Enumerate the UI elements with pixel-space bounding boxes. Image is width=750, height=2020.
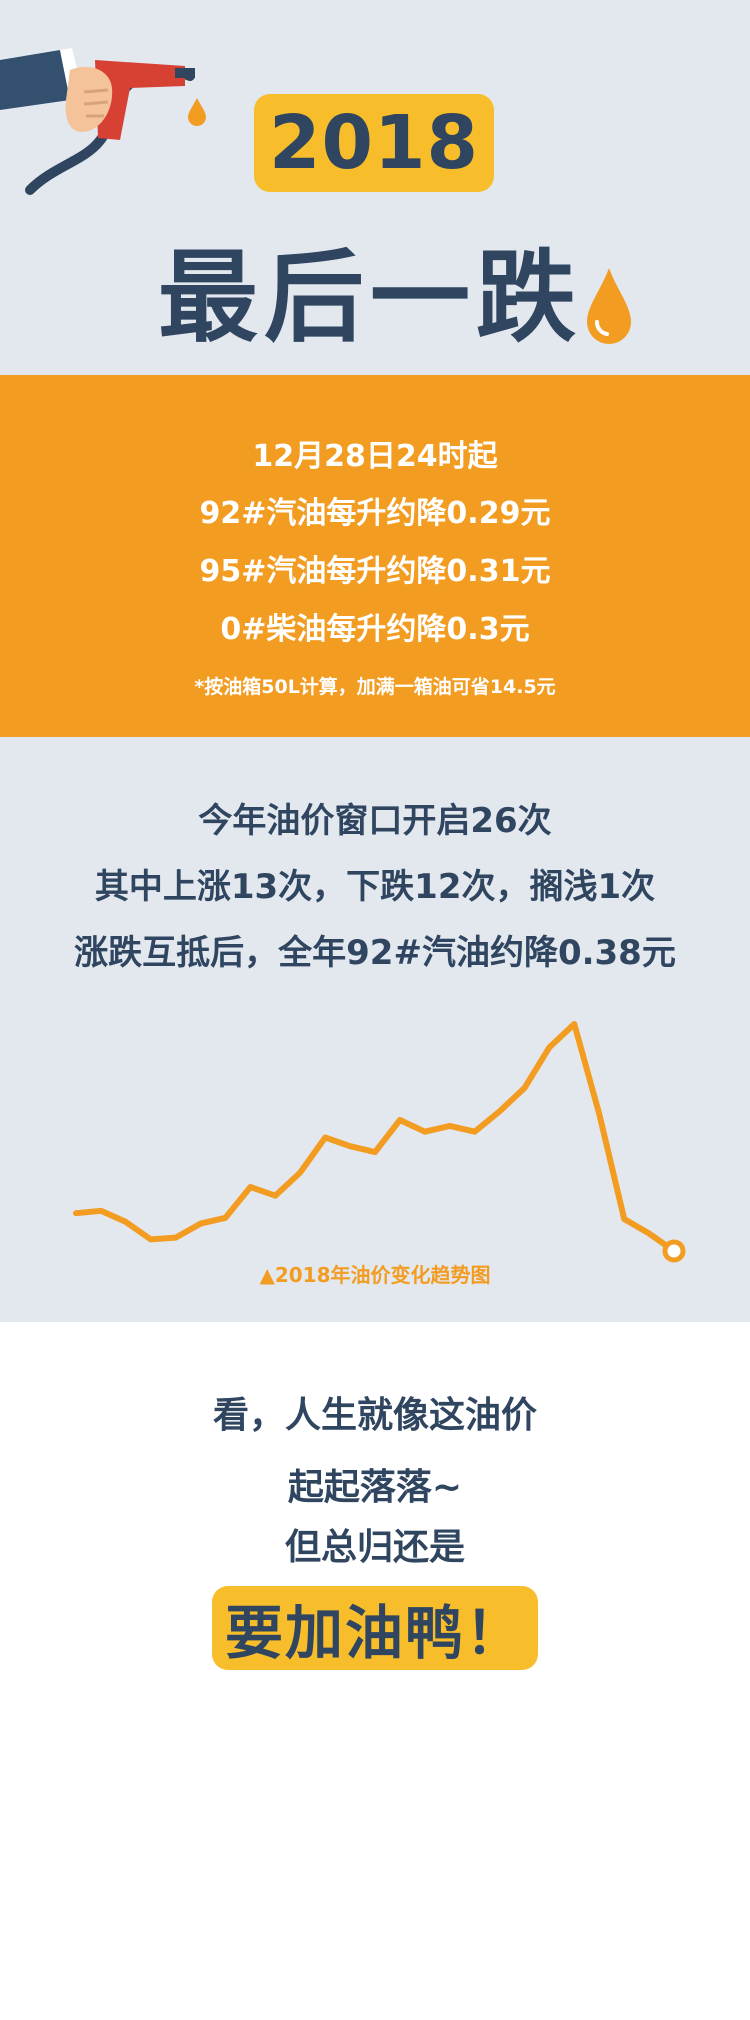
trend-point [200,1223,202,1225]
trend-point [125,1221,127,1223]
price-cut-line: 95#汽油每升约降0.31元 [199,554,551,589]
trend-point [573,1023,575,1025]
trend-end-marker [662,1239,686,1263]
price-cut-line: 92#汽油每升约降0.29元 [199,496,551,531]
footer-line: 但总归还是 [284,1527,465,1568]
fuel-drop-icon [587,268,631,344]
trend-point [474,1131,476,1133]
trend-point [499,1110,501,1112]
trend-point [349,1145,351,1147]
trend-point [150,1238,152,1240]
trend-line [73,1021,677,1254]
year-label: 2018 [269,100,479,186]
trend-point [623,1218,625,1220]
trend-point [75,1212,77,1214]
chart-title: ▲2018年油价变化趋势图 [259,1263,491,1287]
fuel-drop-icon [188,98,206,126]
fuel-nozzle-icon [0,48,195,195]
trend-point [324,1137,326,1138]
trend-point [524,1087,525,1089]
price-cut-panel: 12月28日24时起 92#汽油每升约降0.29元 95#汽油每升约降0.31元… [0,375,750,737]
trend-point [648,1233,650,1235]
trend-point [399,1119,401,1121]
trend-point [249,1186,251,1188]
trend-point [299,1171,301,1173]
cheer-badge: 要加油鸭！ [212,1586,538,1670]
trend-point [598,1113,600,1115]
effective-time: 12月28日24时起 [252,439,498,474]
page: 2018 最后一跌 12月28日24时起 92#汽油每升约降0.29元 95#汽… [0,0,750,2020]
trend-point [100,1210,102,1212]
footer-section: 看，人生就像这油价 起起落落~ 但总归还是 要加油鸭！ [0,1322,750,2020]
footer-line: 看，人生就像这油价 [212,1395,537,1436]
price-trend-chart [73,1021,686,1263]
trend-point [175,1237,177,1239]
trend-point [374,1151,376,1153]
page-title: 最后一跌 [158,239,582,356]
trend-point [424,1131,426,1133]
stats-section: 今年油价窗口开启26次 其中上涨13次，下跌12次，搁浅1次 涨跌互抵后，全年9… [0,737,750,1322]
cheer-text: 要加油鸭！ [224,1599,525,1667]
savings-note: *按油箱50L计算，加满一箱油可省14.5元 [194,676,556,698]
footer-line: 起起落落~ [287,1467,463,1508]
trend-point [225,1217,226,1219]
header-section: 2018 最后一跌 [0,0,750,375]
trend-point [449,1125,451,1127]
trend-point [548,1046,550,1048]
trend-point [274,1195,276,1197]
year-badge: 2018 [254,94,494,192]
price-cut-line: 0#柴油每升约降0.3元 [220,612,530,647]
